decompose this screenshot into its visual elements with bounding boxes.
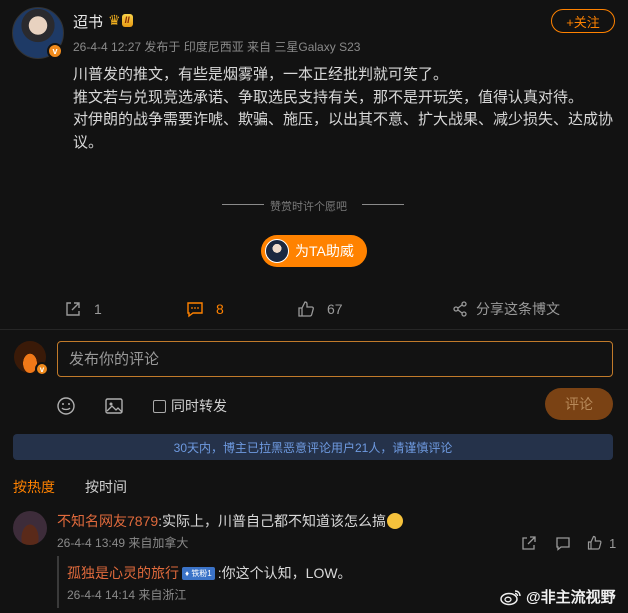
verified-icon: v [35, 362, 49, 376]
cheer-button[interactable]: 为TA助威 [261, 235, 367, 267]
author-name[interactable]: 迢书 [73, 11, 103, 32]
comment-icon [187, 302, 203, 318]
comment-like-count: 1 [609, 535, 617, 551]
comment-like-action[interactable]: 1 [587, 535, 616, 551]
reply-text-line: 孤独是心灵的旅行 ♦ 铁粉1 :你这个认知，LOW。 [67, 563, 352, 583]
post-paragraph: 推文若与兑现竞选承诺、争取选民支持有关，那不是开玩笑，值得认真对待。 [73, 88, 584, 106]
level-label: II [121, 13, 133, 27]
author-mini-avatar [265, 239, 289, 263]
repost-action[interactable]: 1 [64, 299, 102, 319]
weibo-logo-icon [500, 589, 521, 605]
like-count: 67 [327, 301, 343, 317]
checkbox-box[interactable] [153, 399, 166, 413]
reply-text: :你这个认知，LOW。 [217, 565, 352, 581]
commenter-avatar[interactable] [13, 511, 47, 545]
repost-count: 1 [94, 301, 102, 317]
comment-input[interactable] [57, 341, 613, 377]
comment-action[interactable]: 8 [186, 299, 224, 319]
reply-meta: 26-4-4 14:14 来自浙江 [67, 588, 187, 602]
verified-icon: v [47, 43, 63, 59]
share-icon [453, 301, 467, 317]
comment-count: 8 [216, 301, 224, 317]
member-level-badge[interactable]: ♛ II [108, 12, 146, 28]
crown-icon: ♛ [108, 12, 121, 28]
post-content: 川普发的推文，有些是烟雾弹，一本正经批判就可笑了。 推文若与兑现竞选承诺、争取选… [73, 64, 613, 154]
comment-meta: 26-4-4 13:49 来自加拿大 [57, 536, 189, 550]
comment-text: :实际上，川普自己都不知道该怎么搞 [158, 513, 387, 529]
reward-wish-text: 赞赏时许个愿吧 [270, 201, 347, 213]
post-meta: 26-4-4 12:27 发布于 印度尼西亚 来自 三星Galaxy S23 [73, 40, 361, 54]
image-icon[interactable] [104, 396, 124, 416]
fan-badge-label: 铁粉1 [191, 568, 212, 578]
post-paragraph: 川普发的推文，有些是烟雾弹，一本正经批判就可笑了。 [73, 66, 449, 83]
replier-name[interactable]: 孤独是心灵的旅行 [67, 563, 179, 583]
repost-icon [66, 302, 80, 316]
commenter-name[interactable]: 不知名网友7879 [57, 513, 158, 529]
like-action[interactable]: 67 [297, 299, 343, 319]
comment-text-line: 不知名网友7879:实际上，川普自己都不知道该怎么搞 [57, 511, 404, 531]
comment-reply-icon[interactable] [555, 535, 571, 551]
divider-line [362, 204, 404, 205]
fan-level-badge: ♦ 铁粉1 [182, 566, 215, 580]
follow-button[interactable]: +关注 [551, 9, 615, 33]
tab-sort-hot[interactable]: 按热度 [13, 477, 55, 497]
divider-line [222, 204, 264, 205]
weibo-watermark: @非主流视野 [500, 586, 616, 607]
tab-sort-time[interactable]: 按时间 [85, 477, 127, 497]
cheer-label: 为TA助威 [295, 243, 354, 259]
emoji-icon[interactable] [56, 396, 76, 416]
share-label: 分享这条博文 [476, 301, 560, 317]
thumbs-up-icon [298, 301, 314, 317]
submit-comment-button[interactable]: 评论 [545, 388, 613, 420]
repost-checkbox[interactable]: 同时转发 [153, 396, 227, 416]
repost-checkbox-label: 同时转发 [171, 398, 227, 414]
watermark-text: @非主流视野 [526, 589, 616, 606]
block-notice: 30天内，博主已拉黑恶意评论用户21人，请谨慎评论 [13, 434, 613, 460]
section-divider [0, 329, 628, 330]
share-action[interactable]: 分享这条博文 [452, 299, 560, 319]
thumbs-up-icon [587, 535, 602, 550]
sweat-smile-emoji-icon [387, 513, 404, 529]
post-paragraph: 对伊朗的战争需要诈唬、欺骗、施压，以出其不意、扩大战果、减少损失、达成协议。 [73, 111, 614, 151]
comment-repost-icon[interactable] [521, 535, 537, 551]
